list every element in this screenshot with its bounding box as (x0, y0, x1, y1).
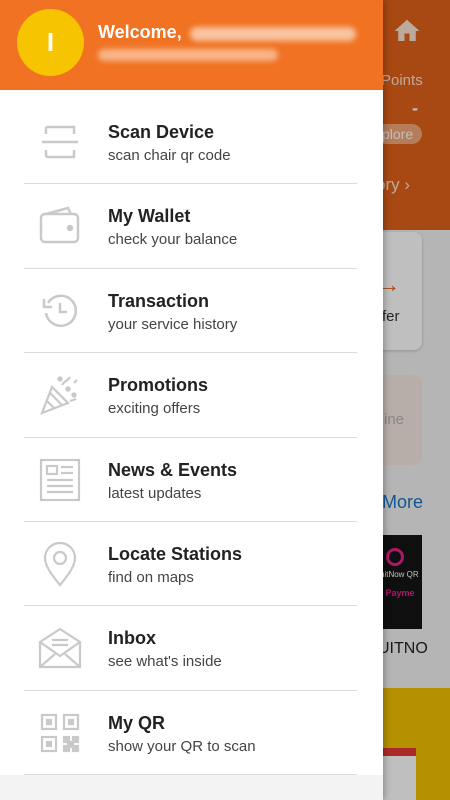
location-pin-icon (36, 541, 84, 587)
wallet-icon (36, 205, 84, 247)
history-icon (36, 290, 84, 332)
menu-item-subtitle: see what's inside (108, 653, 222, 671)
menu-item-title: Locate Stations (108, 543, 243, 564)
menu-item-subtitle: scan chair qr code (108, 147, 231, 164)
menu-item-news-events[interactable]: News & Events latest updates (0, 438, 383, 522)
menu-item-subtitle: your service history (108, 315, 238, 333)
party-popper-icon (36, 374, 84, 416)
menu-item-title: Scan Device (108, 122, 215, 142)
menu-item-scan-device[interactable]: Scan Device scan chair qr code (0, 100, 383, 185)
menu-item-title: News & Events (108, 459, 238, 480)
menu-item-title: Inbox (108, 628, 156, 649)
navigation-drawer: I Welcome, Scan Device scan chair qr cod… (0, 0, 383, 800)
menu-item-title: Transaction (108, 290, 210, 311)
welcome-text: Welcome, (98, 22, 182, 42)
menu-item-promotions[interactable]: Promotions exciting offers (0, 353, 383, 438)
qr-code-icon (36, 712, 84, 754)
envelope-icon (36, 627, 84, 669)
drawer-menu: Scan Device scan chair qr code My Wallet… (0, 100, 383, 776)
menu-item-my-qr[interactable]: My QR show your QR to scan (0, 691, 383, 776)
menu-item-subtitle: latest updates (108, 484, 202, 502)
menu-item-title: My Wallet (108, 206, 191, 227)
avatar[interactable]: I (17, 9, 84, 76)
menu-item-subtitle: show your QR to scan (108, 737, 256, 755)
menu-item-inbox[interactable]: Inbox see what's inside (0, 606, 383, 691)
newspaper-icon (36, 458, 84, 501)
menu-item-locate-stations[interactable]: Locate Stations find on maps (0, 522, 383, 607)
scan-icon (36, 121, 84, 163)
menu-item-title: My QR (108, 712, 166, 733)
menu-item-my-wallet[interactable]: My Wallet check your balance (0, 184, 383, 269)
menu-item-subtitle: exciting offers (108, 400, 201, 418)
menu-item-transaction[interactable]: Transaction your service history (0, 269, 383, 354)
menu-item-subtitle: check your balance (108, 231, 238, 249)
menu-item-title: Promotions (108, 375, 209, 396)
username-redacted (190, 27, 356, 41)
email-redacted (98, 49, 278, 61)
drawer-header: I Welcome, (0, 0, 383, 90)
menu-item-subtitle: find on maps (108, 568, 194, 586)
drawer-footer (0, 775, 383, 800)
